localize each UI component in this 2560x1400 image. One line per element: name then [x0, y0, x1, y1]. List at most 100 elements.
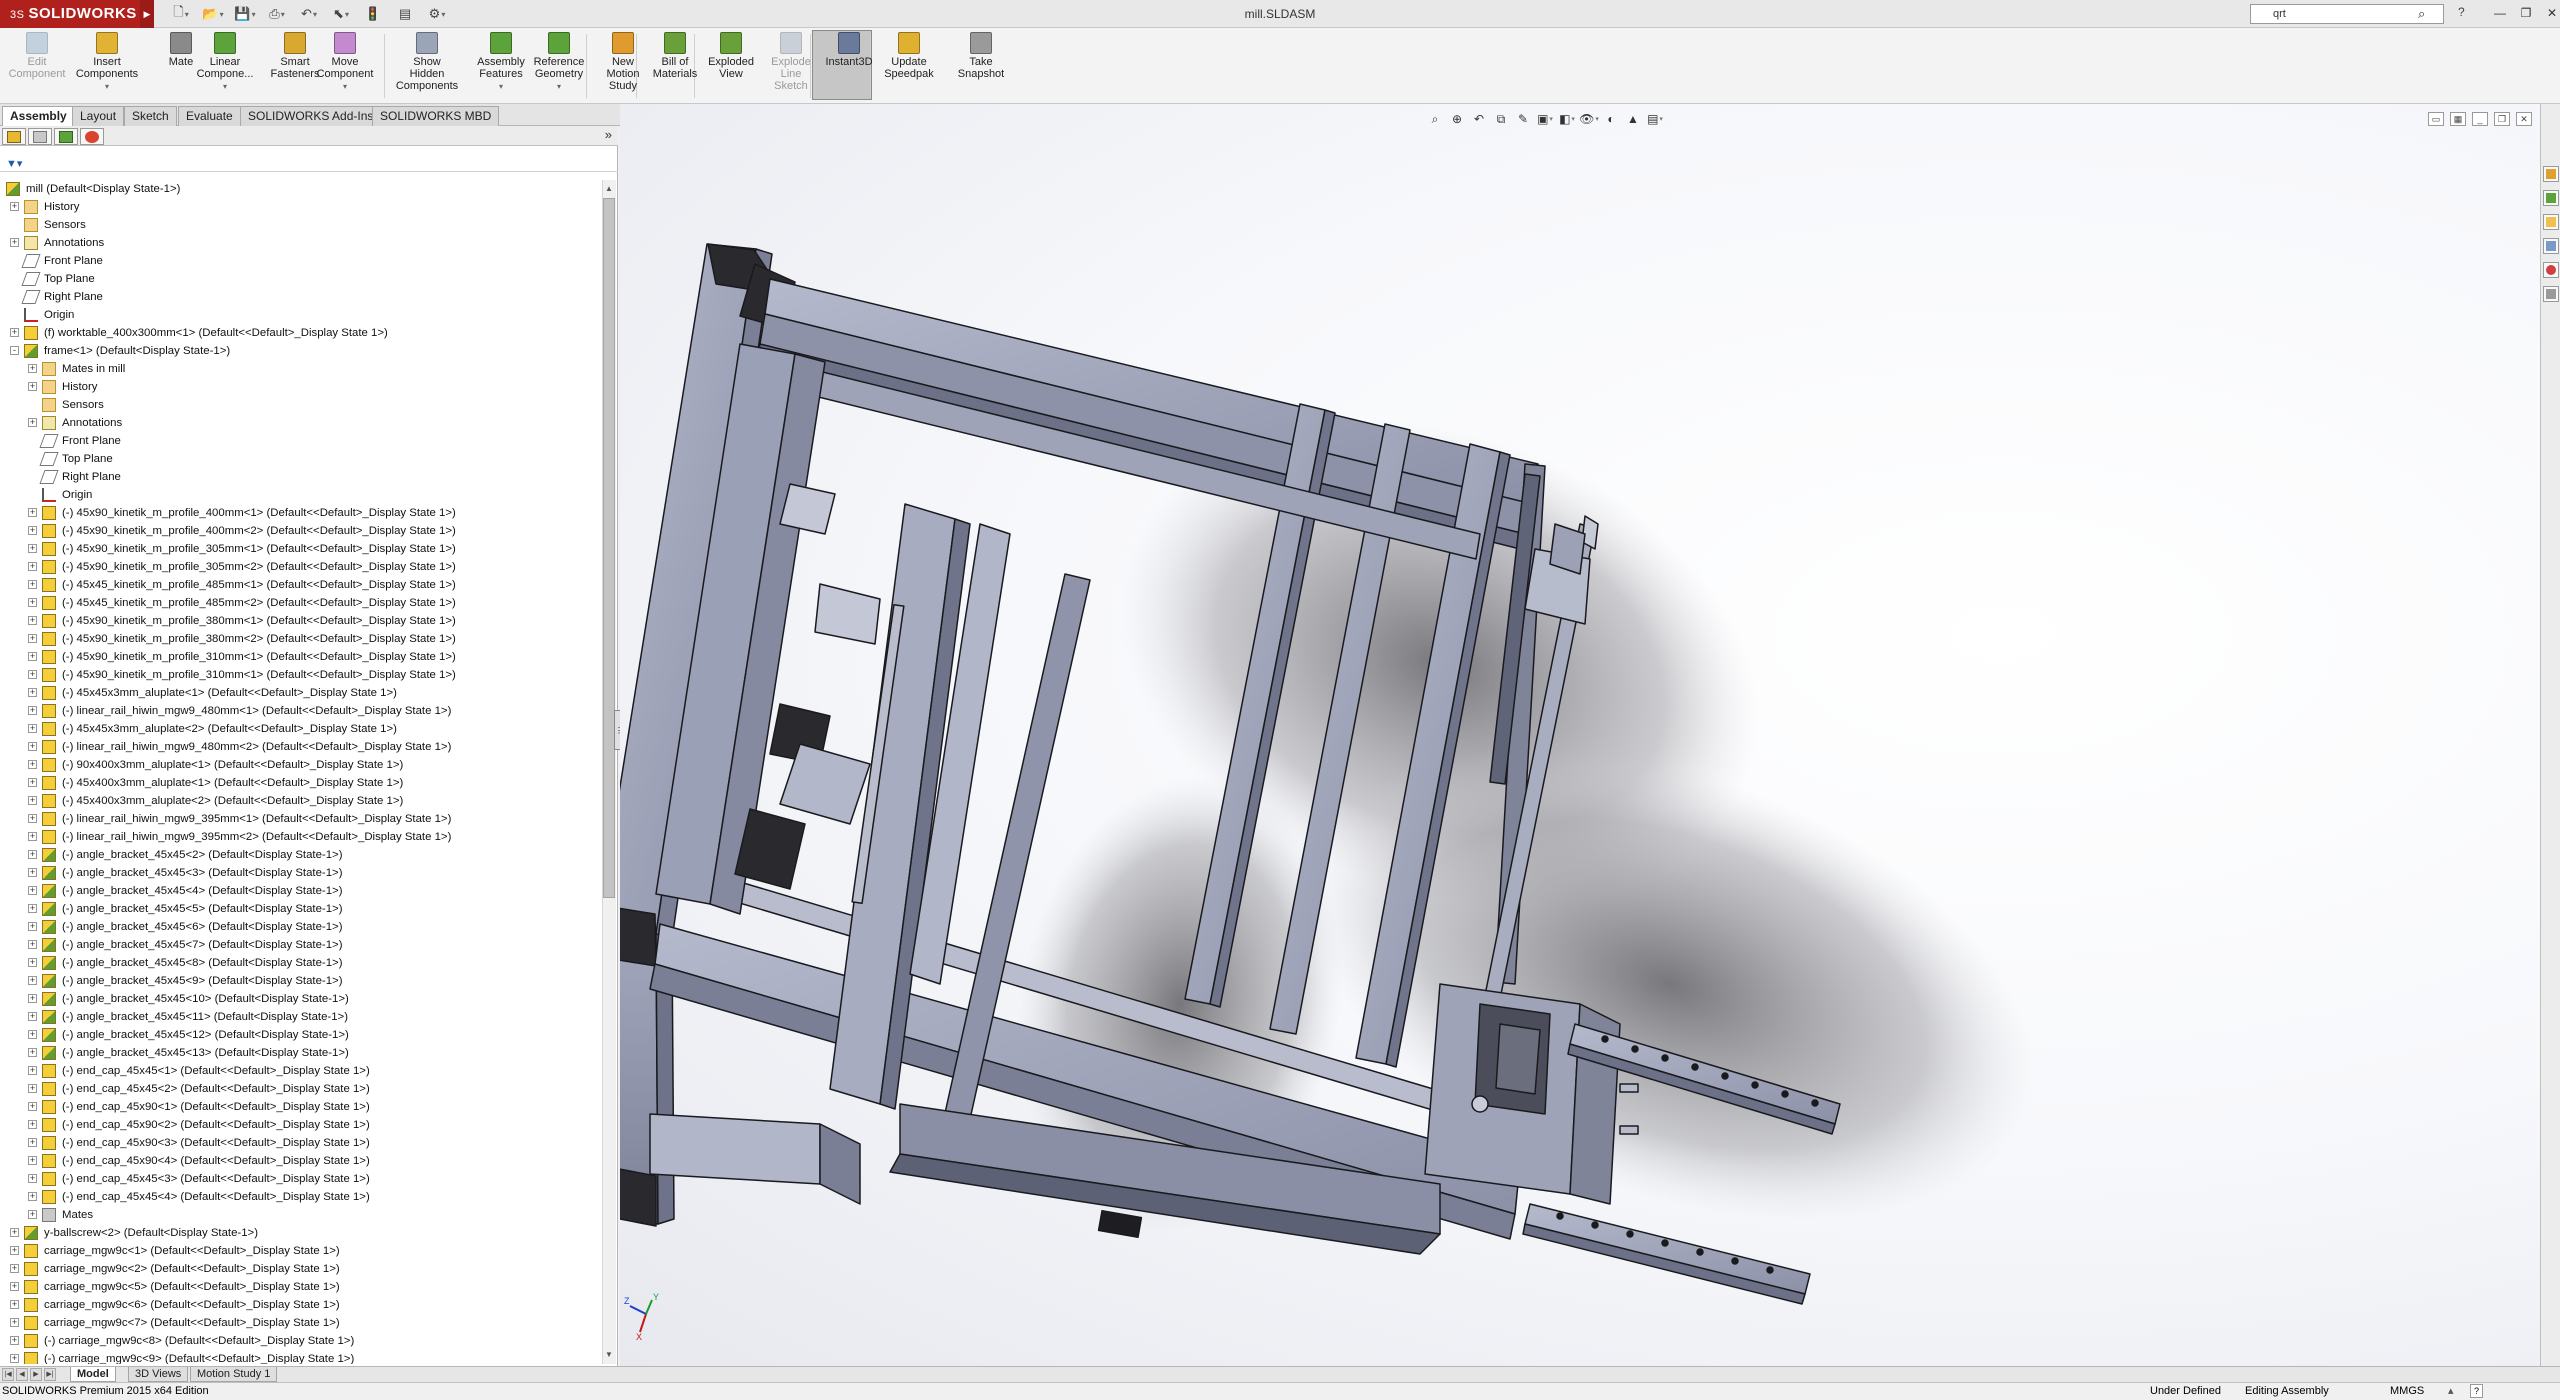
expand-icon[interactable]: + [28, 1192, 37, 1201]
tree-item[interactable]: + y-ballscrew<2> (Default<Display State-1… [0, 1224, 600, 1242]
expand-icon[interactable]: + [28, 364, 37, 373]
tree-item[interactable]: + Mates in mill [0, 360, 600, 378]
expand-icon[interactable]: + [28, 850, 37, 859]
file-explorer-icon[interactable] [2543, 214, 2559, 230]
tree-item[interactable]: + (-) 45x90_kinetik_m_profile_400mm<2> (D… [0, 522, 600, 540]
tree-item[interactable]: + (-) end_cap_45x90<1> (Default<<Default>… [0, 1098, 600, 1116]
first-tab-icon[interactable]: |◀ [2, 1368, 14, 1381]
expand-icon[interactable]: + [28, 598, 37, 607]
expand-icon[interactable]: + [10, 238, 19, 247]
tree-item[interactable]: + (-) carriage_mgw9c<8> (Default<<Default… [0, 1332, 600, 1350]
expand-icon[interactable]: + [28, 976, 37, 985]
expand-icon[interactable]: + [28, 742, 37, 751]
new-document-icon[interactable]: 🗋 ▾ [168, 4, 194, 24]
solidworks-resources-icon[interactable] [2543, 166, 2559, 182]
prev-tab-icon[interactable]: ◀ [16, 1368, 28, 1381]
expand-icon[interactable]: + [28, 562, 37, 571]
expand-icon[interactable]: + [28, 904, 37, 913]
expand-icon[interactable]: + [10, 1282, 19, 1291]
expand-icon[interactable]: + [28, 1084, 37, 1093]
collapse-panel-icon[interactable]: » [605, 127, 612, 142]
tree-scrollbar-thumb[interactable] [603, 198, 615, 898]
tree-item[interactable]: - frame<1> (Default<Display State-1>) [0, 342, 600, 360]
tree-item[interactable]: Right Plane [0, 468, 600, 486]
expand-icon[interactable]: + [28, 1210, 37, 1219]
tree-item[interactable]: + (-) angle_bracket_45x45<4> (Default<Dis… [0, 882, 600, 900]
take-snapshot-button[interactable]: ■ Take Snapshot [950, 32, 1012, 80]
expand-icon[interactable]: + [28, 688, 37, 697]
tree-item[interactable]: + (-) 45x45_kinetik_m_profile_485mm<2> (D… [0, 594, 600, 612]
tree-item[interactable]: + (-) 45x90_kinetik_m_profile_310mm<1> (D… [0, 666, 600, 684]
search-input[interactable] [2250, 4, 2444, 24]
tree-item[interactable]: + (-) angle_bracket_45x45<10> (Default<Di… [0, 990, 600, 1008]
expand-icon[interactable]: + [10, 1228, 19, 1237]
expand-icon[interactable]: + [28, 1030, 37, 1039]
tab-3d-views[interactable]: 3D Views [128, 1367, 189, 1382]
dropdown-arrow-icon[interactable]: ▾ [343, 81, 347, 93]
tree-item[interactable]: + (-) linear_rail_hiwin_mgw9_395mm<2> (De… [0, 828, 600, 846]
expand-icon[interactable]: + [28, 778, 37, 787]
next-tab-icon[interactable]: ▶ [30, 1368, 42, 1381]
tree-item[interactable]: + (-) end_cap_45x90<3> (Default<<Default>… [0, 1134, 600, 1152]
filter-icon[interactable]: ▼▾ [6, 157, 22, 170]
tree-item[interactable]: + (-) linear_rail_hiwin_mgw9_395mm<1> (De… [0, 810, 600, 828]
open-folder-icon[interactable]: 📂 ▾ [200, 4, 226, 24]
expand-icon[interactable]: + [28, 526, 37, 535]
select-cursor-icon[interactable]: ⬉ ▾ [328, 4, 354, 24]
tree-item[interactable]: + (-) 45x45x3mm_aluplate<1> (Default<<Def… [0, 684, 600, 702]
tab-sketch[interactable]: Sketch [124, 106, 177, 126]
dropdown-arrow-icon[interactable]: ▾ [223, 81, 227, 93]
tree-item[interactable]: + (-) angle_bracket_45x45<6> (Default<Dis… [0, 918, 600, 936]
tab-model[interactable]: Model [70, 1367, 116, 1382]
tree-item[interactable]: Top Plane [0, 270, 600, 288]
scroll-down-icon[interactable]: ▼ [603, 1348, 615, 1362]
solidworks-logo[interactable]: 3S SOLIDWORKS [0, 0, 140, 28]
tree-item[interactable]: + carriage_mgw9c<6> (Default<<Default>_Di… [0, 1296, 600, 1314]
save-icon[interactable]: 💾 ▾ [232, 4, 258, 24]
tree-item[interactable]: + (-) end_cap_45x90<2> (Default<<Default>… [0, 1116, 600, 1134]
rebuild-icon[interactable]: 🚦 [360, 4, 386, 24]
tree-item[interactable]: + (-) angle_bracket_45x45<5> (Default<Dis… [0, 900, 600, 918]
linear-compone-button[interactable]: ■ Linear Compone... ▾ [194, 32, 256, 93]
help-icon[interactable]: ? [2458, 5, 2465, 19]
file-properties-icon[interactable]: ▤ [392, 4, 418, 24]
tab-solidworks-add-ins[interactable]: SOLIDWORKS Add-Ins [240, 106, 382, 126]
tree-item[interactable]: + (-) 45x400x3mm_aluplate<2> (Default<<De… [0, 792, 600, 810]
tree-item[interactable]: + (-) linear_rail_hiwin_mgw9_480mm<2> (De… [0, 738, 600, 756]
tree-item[interactable]: + (-) end_cap_45x90<4> (Default<<Default>… [0, 1152, 600, 1170]
tree-item[interactable]: + (-) end_cap_45x45<4> (Default<<Default>… [0, 1188, 600, 1206]
expand-icon[interactable]: + [10, 328, 19, 337]
update-speedpak-button[interactable]: ■ Update Speedpak [878, 32, 940, 80]
insert-components-button[interactable]: ■ Insert Components ▾ [76, 32, 138, 93]
expand-icon[interactable]: + [28, 706, 37, 715]
assembly-features-button[interactable]: ■ Assembly Features ▾ [470, 32, 532, 93]
expand-icon[interactable]: + [28, 832, 37, 841]
graphics-viewport[interactable]: ⌕ ⊕ ↶ ⧉ ✎ ▣ ▾ ◧ ▾ 👁 ▾ ◐ ▲ ▤ ▾ ▭ ▦ _ ❐ ✕ [620, 104, 2540, 1366]
view-palette-icon[interactable] [2543, 238, 2559, 254]
tree-item[interactable]: + (f) worktable_400x300mm<1> (Default<<De… [0, 324, 600, 342]
displaymanager-tab-icon[interactable] [80, 128, 104, 145]
tree-item[interactable]: + (-) 45x45_kinetik_m_profile_485mm<1> (D… [0, 576, 600, 594]
tree-item[interactable]: + carriage_mgw9c<2> (Default<<Default>_Di… [0, 1260, 600, 1278]
tree-item[interactable]: + History [0, 378, 600, 396]
expand-icon[interactable]: + [28, 382, 37, 391]
expand-icon[interactable]: + [28, 1174, 37, 1183]
tree-item[interactable]: Right Plane [0, 288, 600, 306]
tree-item[interactable]: Origin [0, 306, 600, 324]
expand-icon[interactable]: + [28, 868, 37, 877]
design-library-icon[interactable] [2543, 190, 2559, 206]
expand-icon[interactable]: + [28, 724, 37, 733]
dropdown-arrow-icon[interactable]: ▾ [105, 81, 109, 93]
expand-icon[interactable]: + [28, 1012, 37, 1021]
expand-icon[interactable]: + [28, 994, 37, 1003]
tree-item[interactable]: + (-) angle_bracket_45x45<3> (Default<Dis… [0, 864, 600, 882]
expand-icon[interactable]: + [10, 1354, 19, 1363]
tree-item[interactable]: + (-) 90x400x3mm_aluplate<1> (Default<<De… [0, 756, 600, 774]
tree-item[interactable]: Sensors [0, 396, 600, 414]
expand-icon[interactable]: + [28, 508, 37, 517]
dropdown-arrow-icon[interactable]: ▾ [499, 81, 503, 93]
tree-item[interactable]: + History [0, 198, 600, 216]
tree-item[interactable]: + Annotations [0, 414, 600, 432]
instant3d-button[interactable]: ■ Instant3D [818, 32, 880, 68]
tree-filter[interactable]: ▼▾ [0, 156, 618, 172]
